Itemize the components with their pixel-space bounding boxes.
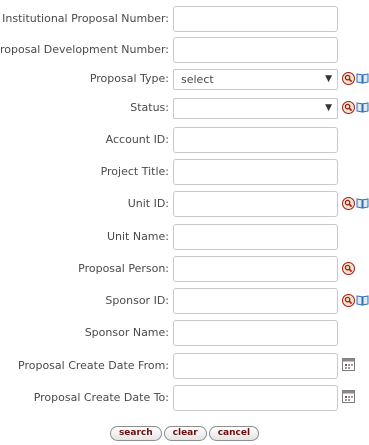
row-proposal-development-number: Proposal Development Number:: [0, 37, 369, 63]
proposal-person-input[interactable]: [173, 256, 338, 282]
book-inquiry-icon[interactable]: [356, 294, 369, 308]
book-inquiry-icon[interactable]: [356, 101, 369, 115]
project-title-label: Project Title:: [100, 165, 169, 178]
create-date-from-input[interactable]: [173, 353, 338, 379]
search-button[interactable]: search: [109, 426, 162, 441]
cancel-button[interactable]: cancel: [208, 426, 260, 441]
row-status: Status: ▼: [0, 95, 369, 121]
sponsor-id-label: Sponsor ID:: [105, 294, 169, 307]
row-create-date-to: Proposal Create Date To:: [0, 385, 369, 411]
unit-name-label: Unit Name:: [106, 230, 169, 243]
create-date-from-label: Proposal Create Date From:: [18, 359, 169, 372]
chevron-down-icon: ▼: [325, 74, 332, 84]
proposal-type-label: Proposal Type:: [89, 72, 169, 85]
create-date-to-label: Proposal Create Date To:: [33, 391, 169, 404]
status-label: Status:: [130, 101, 169, 114]
book-inquiry-icon[interactable]: [356, 197, 369, 211]
book-inquiry-icon[interactable]: [356, 72, 369, 86]
create-date-to-input[interactable]: [173, 385, 338, 411]
unit-name-input[interactable]: [173, 224, 338, 250]
proposal-development-number-input[interactable]: [173, 37, 338, 63]
magnifier-lookup-icon[interactable]: [342, 262, 356, 276]
calendar-icon[interactable]: [342, 358, 356, 372]
institutional-proposal-number-label: Institutional Proposal Number:: [2, 12, 169, 25]
magnifier-lookup-icon[interactable]: [342, 294, 356, 308]
proposal-development-number-label: Proposal Development Number:: [0, 43, 169, 56]
row-create-date-from: Proposal Create Date From:: [0, 353, 369, 379]
row-sponsor-name: Sponsor Name:: [0, 320, 369, 346]
proposal-type-selected-value: select: [181, 73, 214, 86]
row-proposal-person: Proposal Person:: [0, 256, 369, 282]
magnifier-lookup-icon[interactable]: [342, 101, 356, 115]
row-unit-id: Unit ID:: [0, 191, 369, 217]
magnifier-lookup-icon[interactable]: [342, 72, 356, 86]
sponsor-name-label: Sponsor Name:: [84, 326, 169, 339]
calendar-icon[interactable]: [342, 390, 356, 404]
institutional-proposal-number-input[interactable]: [173, 6, 338, 32]
sponsor-name-input[interactable]: [173, 320, 338, 346]
clear-button[interactable]: clear: [163, 426, 207, 441]
sponsor-id-input[interactable]: [173, 288, 338, 314]
chevron-down-icon: ▼: [325, 103, 332, 113]
magnifier-lookup-icon[interactable]: [342, 197, 356, 211]
status-select[interactable]: ▼: [173, 98, 338, 119]
unit-id-input[interactable]: [173, 191, 338, 217]
row-unit-name: Unit Name:: [0, 224, 369, 250]
row-proposal-type: Proposal Type: select ▼: [0, 66, 369, 92]
row-sponsor-id: Sponsor ID:: [0, 288, 369, 314]
lookup-form: Institutional Proposal Number: Proposal …: [0, 0, 369, 445]
row-institutional-proposal-number: Institutional Proposal Number:: [0, 6, 369, 32]
project-title-input[interactable]: [173, 159, 338, 185]
row-project-title: Project Title:: [0, 159, 369, 185]
row-account-id: Account ID:: [0, 127, 369, 153]
unit-id-label: Unit ID:: [127, 197, 169, 210]
button-bar: search clear cancel: [0, 426, 369, 442]
proposal-person-label: Proposal Person:: [78, 262, 169, 275]
account-id-input[interactable]: [173, 127, 338, 153]
proposal-type-select[interactable]: select ▼: [173, 69, 338, 90]
account-id-label: Account ID:: [105, 133, 169, 146]
